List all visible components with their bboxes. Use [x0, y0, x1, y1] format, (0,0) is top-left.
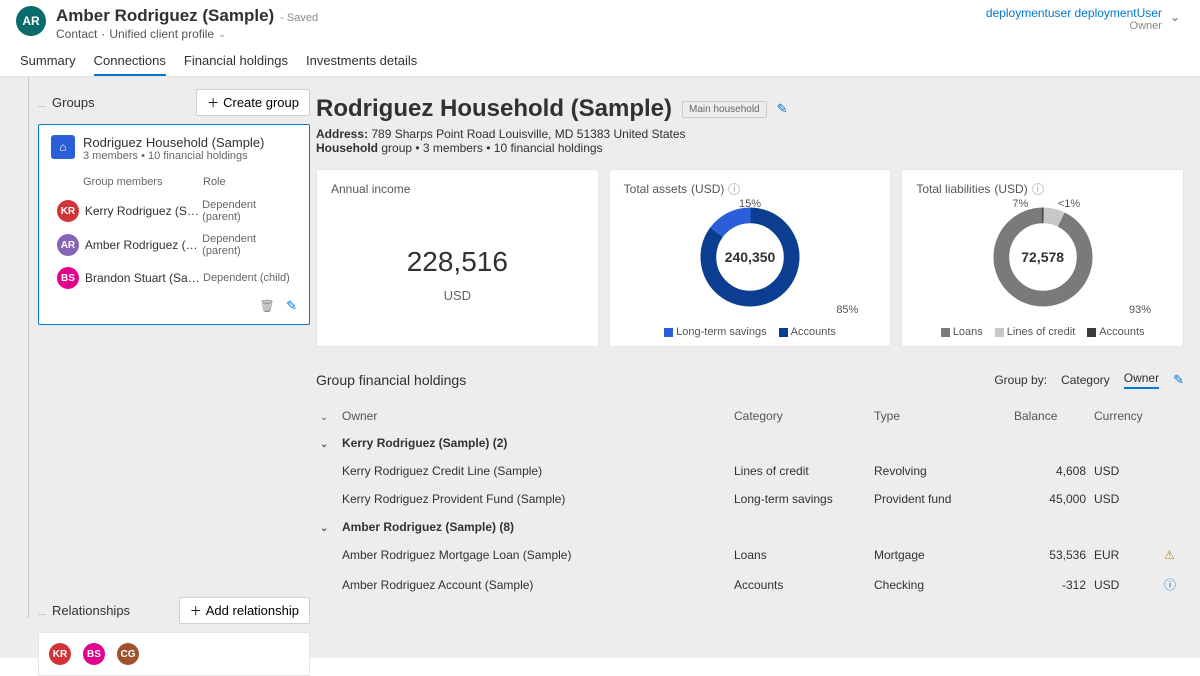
holdings-row[interactable]: Kerry Rodriguez Credit Line (Sample)Line… [316, 457, 1184, 485]
annual-income-card: Annual income 228,516 USD [316, 169, 599, 347]
member-role: Dependent (parent) [202, 199, 297, 223]
col-category[interactable]: Category [730, 403, 870, 429]
holdings-row[interactable]: Amber Rodriguez Mortgage Loan (Sample)Lo… [316, 541, 1184, 569]
legend-item: Accounts [1087, 326, 1144, 338]
member-avatar: KR [57, 200, 79, 222]
member-name: Kerry Rodriguez (Sa... [85, 204, 202, 218]
entity-type: Contact [56, 27, 97, 41]
expand-icon[interactable]: ⌄ [1170, 6, 1180, 24]
legend-item: Accounts [779, 326, 836, 338]
col-owner[interactable]: Owner [338, 403, 730, 429]
liabilities-center-value: 72,578 [1021, 249, 1064, 265]
relationship-avatar[interactable]: KR [49, 643, 71, 665]
member-role: Dependent (child) [203, 272, 290, 284]
total-assets-card: Total assets (USD) i 240,350 15% 85% Lon… [609, 169, 892, 347]
member-row[interactable]: AR Amber Rodriguez (S... Dependent (pare… [57, 228, 297, 262]
household-title: Rodriguez Household (Sample) [316, 95, 672, 123]
legend-item: Lines of credit [995, 326, 1075, 338]
member-name: Brandon Stuart (Sam... [85, 271, 203, 285]
household-icon: ⌂ [51, 135, 75, 159]
legend-item: Loans [941, 326, 983, 338]
household-address: 789 Sharps Point Road Louisville, MD 513… [371, 127, 685, 141]
groups-section-label: Groups [52, 95, 95, 110]
liab-pct-top-r: <1% [1058, 198, 1080, 210]
tab-summary[interactable]: Summary [20, 53, 76, 76]
page-title: Amber Rodriguez (Sample) [56, 6, 274, 26]
holdings-title: Group financial holdings [316, 372, 466, 388]
assets-center-value: 240,350 [725, 249, 776, 265]
info-icon[interactable]: i [728, 183, 740, 195]
main-household-chip: Main household [682, 101, 767, 118]
group-name: Rodriguez Household (Sample) [83, 135, 264, 150]
info-icon: ⓘ [1164, 578, 1176, 592]
chevron-down-icon[interactable]: ⌄ [320, 523, 334, 534]
group-by-category[interactable]: Category [1061, 373, 1110, 387]
legend-item: Long-term savings [664, 326, 767, 338]
edit-household-icon[interactable]: ✎ [777, 101, 788, 117]
holdings-group-row[interactable]: ⌄Amber Rodriguez (Sample) (8) [316, 513, 1184, 541]
annual-income-value: 228,516 [331, 246, 584, 278]
form-selector[interactable]: Unified client profile [109, 27, 214, 41]
holdings-row[interactable]: Amber Rodriguez Account (Sample)Accounts… [316, 569, 1184, 600]
holdings-row[interactable]: Kerry Rodriguez Provident Fund (Sample)L… [316, 485, 1184, 513]
total-assets-title: Total assets [624, 182, 687, 196]
household-type-label: Household [316, 141, 378, 155]
owner-name[interactable]: deploymentuser deploymentUser [986, 6, 1162, 20]
member-avatar: AR [57, 234, 79, 256]
record-tabs: Summary Connections Financial holdings I… [0, 43, 1200, 77]
members-col-name: Group members [83, 176, 203, 188]
total-liabilities-title: Total liabilities [916, 182, 990, 196]
create-group-button[interactable]: ＋ Create group [196, 89, 310, 116]
member-avatar: BS [57, 267, 79, 289]
group-by-label: Group by: [994, 373, 1047, 387]
group-card[interactable]: ⌂ Rodriguez Household (Sample) 3 members… [38, 124, 310, 325]
liab-pct-top-l: 7% [1012, 198, 1028, 210]
tab-financial-holdings[interactable]: Financial holdings [184, 53, 288, 76]
col-type[interactable]: Type [870, 403, 1010, 429]
warning-icon: ⚠ [1164, 548, 1175, 562]
group-by-owner[interactable]: Owner [1124, 371, 1159, 389]
chevron-down-icon[interactable]: ⌄ [320, 439, 334, 450]
member-row[interactable]: BS Brandon Stuart (Sam... Dependent (chi… [57, 262, 297, 294]
relationship-avatar[interactable]: BS [83, 643, 105, 665]
relationships-section-label: Relationships [52, 603, 130, 618]
assets-pct-top: 15% [739, 198, 761, 210]
total-liabilities-card: Total liabilities (USD) i 72,578 7% <1% … [901, 169, 1184, 347]
member-name: Amber Rodriguez (S... [85, 238, 202, 252]
group-meta: 3 members • 10 financial holdings [83, 150, 264, 162]
add-relationship-button[interactable]: ＋ Add relationship [179, 597, 310, 624]
edit-icon[interactable]: ✎ [286, 298, 297, 313]
main-panel: Rodriguez Household (Sample) Main househ… [310, 77, 1200, 658]
tab-investments-details[interactable]: Investments details [306, 53, 417, 76]
col-currency[interactable]: Currency [1090, 403, 1160, 429]
relationship-strip: KR BS CG [38, 632, 310, 676]
owner-role-label: Owner [986, 20, 1162, 32]
annual-income-unit: USD [331, 288, 584, 303]
tab-connections[interactable]: Connections [94, 53, 166, 76]
col-balance[interactable]: Balance [1010, 403, 1090, 429]
holdings-table: ⌄ Owner Category Type Balance Currency ⌄… [316, 403, 1184, 600]
info-icon[interactable]: i [1032, 183, 1044, 195]
annual-income-title: Annual income [331, 182, 584, 196]
page-header: AR Amber Rodriguez (Sample) - Saved Cont… [0, 0, 1200, 43]
members-col-role: Role [203, 176, 226, 188]
edit-holdings-icon[interactable]: ✎ [1173, 372, 1184, 388]
household-summary-meta: group • 3 members • 10 financial holding… [381, 141, 602, 155]
address-label: Address: [316, 127, 368, 141]
chevron-down-icon[interactable]: ⌄ [320, 412, 334, 423]
assets-pct-bottom: 85% [836, 304, 858, 316]
member-row[interactable]: KR Kerry Rodriguez (Sa... Dependent (par… [57, 194, 297, 228]
save-status: - Saved [280, 12, 318, 24]
relationship-avatar[interactable]: CG [117, 643, 139, 665]
holdings-group-row[interactable]: ⌄Kerry Rodriguez (Sample) (2) [316, 429, 1184, 457]
contact-avatar: AR [16, 6, 46, 36]
chevron-down-icon[interactable]: ⌄ [218, 29, 226, 40]
liab-pct-bottom: 93% [1129, 304, 1151, 316]
left-panel: Groups ＋ Create group ⌂ Rodriguez Househ… [0, 77, 310, 658]
delete-icon[interactable]: 🗑 [260, 299, 275, 313]
member-role: Dependent (parent) [202, 233, 297, 257]
